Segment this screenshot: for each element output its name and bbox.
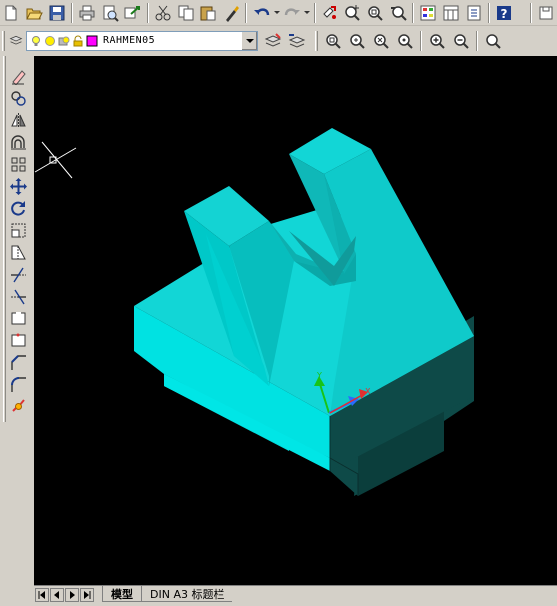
- pan-realtime-icon[interactable]: [320, 2, 341, 24]
- dashboard-icon[interactable]: [536, 2, 557, 24]
- copy-icon[interactable]: [175, 2, 196, 24]
- print-icon[interactable]: [77, 2, 98, 24]
- previous-tab-icon[interactable]: [50, 588, 64, 602]
- sun-freeze-icon[interactable]: [44, 35, 56, 47]
- last-tab-icon[interactable]: [80, 588, 94, 602]
- viewport-freeze-icon[interactable]: [58, 35, 70, 47]
- next-tab-icon[interactable]: [65, 588, 79, 602]
- stretch-icon[interactable]: [8, 242, 28, 262]
- zoom-scale-icon[interactable]: [370, 30, 392, 52]
- 3d-model-drawing: Y X: [34, 128, 474, 496]
- help-icon[interactable]: ?: [494, 2, 515, 24]
- modify-toolbar: [0, 56, 32, 422]
- lightbulb-icon[interactable]: [30, 35, 42, 47]
- chevron-down-icon[interactable]: [241, 31, 257, 50]
- autocad-window: ? RAHMEN05 Y X 模型 DIN A3 标题栏: [0, 0, 557, 606]
- zoom-out-icon[interactable]: [450, 30, 472, 52]
- cut-icon[interactable]: [153, 2, 174, 24]
- mirror-icon[interactable]: [8, 110, 28, 130]
- standard-toolbar: ?: [0, 0, 557, 26]
- zoom-center-icon[interactable]: [394, 30, 416, 52]
- match-properties-icon[interactable]: [221, 2, 242, 24]
- model-space-viewport[interactable]: Y X: [34, 56, 557, 585]
- properties-icon[interactable]: [418, 2, 439, 24]
- tab-layout-din-a3[interactable]: DIN A3 标题栏: [142, 586, 233, 602]
- new-icon[interactable]: [1, 2, 22, 24]
- publish-icon[interactable]: [122, 2, 143, 24]
- lock-icon[interactable]: [72, 35, 84, 47]
- array-icon[interactable]: [8, 154, 28, 174]
- trim-icon[interactable]: [8, 264, 28, 284]
- rotate-icon[interactable]: [8, 198, 28, 218]
- svg-text:?: ?: [501, 7, 508, 21]
- break-at-point-icon[interactable]: [8, 330, 28, 350]
- current-layer-name: RAHMEN05: [103, 35, 156, 46]
- fillet-icon[interactable]: [8, 374, 28, 394]
- save-icon[interactable]: [46, 2, 67, 24]
- tool-palettes-icon[interactable]: [463, 2, 484, 24]
- design-center-icon[interactable]: [441, 2, 462, 24]
- scale-icon[interactable]: [8, 220, 28, 240]
- offset-icon[interactable]: [8, 132, 28, 152]
- first-tab-icon[interactable]: [35, 588, 49, 602]
- layer-dropdown[interactable]: RAHMEN05: [26, 30, 258, 51]
- tab-model[interactable]: 模型: [102, 586, 142, 602]
- zoom-realtime-icon[interactable]: [342, 2, 363, 24]
- explode-icon[interactable]: [8, 396, 28, 416]
- print-preview-icon[interactable]: [100, 2, 121, 24]
- zoom-window-icon[interactable]: [365, 2, 386, 24]
- zoom-in-icon[interactable]: [426, 30, 448, 52]
- redo-icon[interactable]: [281, 2, 302, 24]
- chamfer-icon[interactable]: [8, 352, 28, 372]
- solid-model: [134, 128, 474, 496]
- break-icon[interactable]: [8, 308, 28, 328]
- erase-icon[interactable]: [8, 66, 28, 86]
- layout-tabs-bar: 模型 DIN A3 标题栏: [34, 585, 557, 606]
- open-icon[interactable]: [24, 2, 45, 24]
- svg-text:Y: Y: [316, 371, 322, 380]
- make-layer-current-icon[interactable]: [262, 30, 284, 52]
- copy-object-icon[interactable]: [8, 88, 28, 108]
- layers-toolbar: RAHMEN05: [0, 27, 557, 54]
- paste-icon[interactable]: [198, 2, 219, 24]
- layer-previous-icon[interactable]: [286, 30, 308, 52]
- layer-color-swatch: [86, 35, 98, 47]
- move-icon[interactable]: [8, 176, 28, 196]
- zoom-dynamic-icon[interactable]: [346, 30, 368, 52]
- undo-icon[interactable]: [251, 2, 272, 24]
- svg-text:X: X: [365, 387, 371, 396]
- layer-manager-icon[interactable]: [9, 30, 23, 52]
- zoom-window-2-icon[interactable]: [322, 30, 344, 52]
- zoom-all-icon[interactable]: [482, 30, 504, 52]
- extend-icon[interactable]: [8, 286, 28, 306]
- crosshair-cursor: [34, 141, 77, 179]
- zoom-previous-icon[interactable]: [387, 2, 408, 24]
